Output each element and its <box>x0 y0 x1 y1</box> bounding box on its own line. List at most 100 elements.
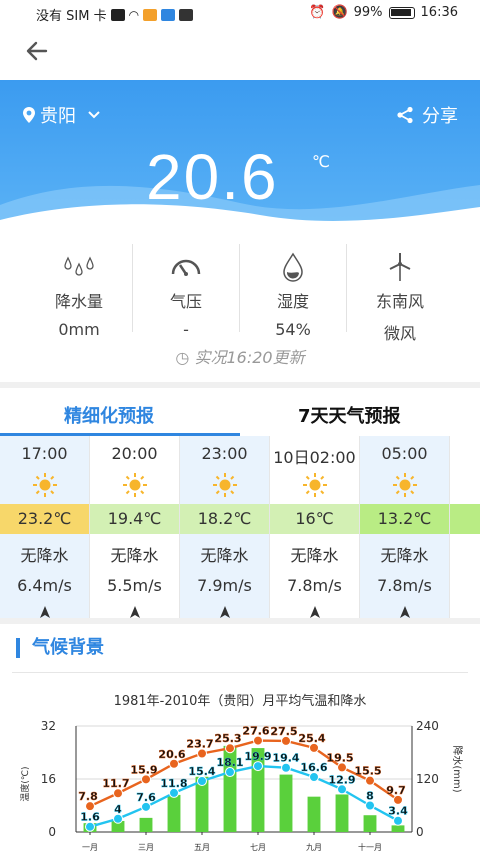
weather-stats: 降水量 0mm 气压 - 湿度 54% 东南风 微风 ◷ 实况16:20更新 <box>0 240 480 382</box>
sunny-icon <box>180 472 269 498</box>
battery-icon <box>388 6 415 19</box>
clock-icon: ◷ <box>175 348 190 367</box>
temperature-unit: ℃ <box>312 152 330 171</box>
hourly-forecast-list[interactable]: 17:00 23.2℃ 无降水 6.4m/s 20:00 19.4℃ 无降水 5.5m/s 23… <box>0 436 480 618</box>
current-temperature: 20.6 <box>146 141 279 213</box>
hour-precipitation: 无 <box>450 542 480 566</box>
tab-7day-forecast[interactable]: 7天天气预报 <box>298 402 401 428</box>
hour-time: 17:00 <box>21 444 68 463</box>
hourly-item: 10日02:00 16℃ 无降水 7.8m/s <box>270 436 360 618</box>
min-temp-label: 12.9 <box>328 773 355 786</box>
observation-text: 实况16:20更新 <box>194 348 305 367</box>
forecast-tabs: 精细化预报 7天天气预报 <box>0 388 480 436</box>
stat-label: 气压 <box>169 292 202 311</box>
max-temp-label: 23.7 <box>186 737 213 750</box>
hour-temperature: 13.2℃ <box>360 504 449 534</box>
alert-icon <box>110 8 125 21</box>
divider <box>12 672 468 673</box>
wind-turbine-icon <box>389 253 411 281</box>
x-tick-label: 九月 <box>306 843 322 852</box>
hour-wind-speed: 7.8m/s <box>287 576 342 595</box>
y-tick-label-left: 32 <box>41 719 56 733</box>
climate-section: 气候背景 1981年-2010年（贵阳）月平均气温和降水 0 16 32 0 120 24… <box>0 624 480 853</box>
hour-temperature: 18.2℃ <box>180 504 269 534</box>
x-tick-label: 五月 <box>194 843 210 852</box>
sunny-icon <box>270 472 359 498</box>
hour-time: 08 <box>450 444 480 464</box>
hour-time: 23:00 <box>201 444 248 463</box>
chevron-down-icon <box>88 111 100 119</box>
city-selector[interactable]: 贵阳 <box>22 102 102 128</box>
hour-temperature: 23.2℃ <box>0 504 89 534</box>
share-button[interactable]: 分享 <box>396 102 458 128</box>
stat-wind: 东南风 微风 <box>347 250 453 344</box>
sunny-icon <box>0 472 89 498</box>
hour-wind-speed: 5.5m/s <box>107 576 162 595</box>
location-pin-icon <box>23 107 35 123</box>
share-label: 分享 <box>422 106 458 127</box>
back-arrow-icon <box>26 41 48 61</box>
wind-direction-icon <box>450 605 480 618</box>
min-temp-label: 3.4 <box>388 805 408 818</box>
hour-precipitation: 无降水 <box>200 546 249 565</box>
weibo-icon <box>143 8 158 21</box>
stat-label: 降水量 <box>54 292 103 311</box>
y-tick-label-left: 0 <box>48 825 56 839</box>
hourly-item: 05:00 13.2℃ 无降水 7.8m/s <box>360 436 450 618</box>
hourly-item: 23:00 18.2℃ 无降水 7.9m/s <box>180 436 270 618</box>
back-button[interactable] <box>24 38 54 68</box>
max-temp-label: 9.7 <box>386 784 406 797</box>
min-temp-label: 19.9 <box>244 750 271 763</box>
hourly-item: 08 14 无 6 <box>450 436 480 618</box>
hour-time: 05:00 <box>381 444 428 463</box>
climate-chart: 0 16 32 0 120 240 温度(℃) 降水(mm) 7.8 11.715.920.623… <box>19 719 464 852</box>
stat-pressure: 气压 - <box>133 250 239 339</box>
precipitation-bar <box>279 774 293 832</box>
hour-time: 10日02:00 <box>273 448 356 467</box>
cloud-icon <box>161 8 176 21</box>
humidity-drop-icon <box>283 252 303 282</box>
stat-label: 东南风 <box>375 292 424 311</box>
tab-hourly-forecast[interactable]: 精细化预报 <box>64 402 154 428</box>
weather-hero: 贵阳 分享 20.6 ℃ <box>0 80 480 240</box>
send-icon <box>179 8 194 21</box>
hourly-item: 17:00 23.2℃ 无降水 6.4m/s <box>0 436 90 618</box>
raindrops-icon <box>64 256 94 276</box>
stat-value: 54% <box>275 320 311 339</box>
clock-text: 16:36 <box>420 5 458 20</box>
y-tick-label-right: 120 <box>416 772 439 786</box>
hour-precipitation: 无降水 <box>290 546 339 565</box>
section-title: 气候背景 <box>16 638 104 658</box>
precipitation-bar <box>139 817 153 832</box>
observation-time: ◷ 实况16:20更新 <box>0 344 480 368</box>
min-temp-label: 7.6 <box>136 791 156 804</box>
y-tick-label-right: 240 <box>416 719 439 733</box>
precipitation-bar <box>167 794 181 832</box>
hour-wind-speed: 7.9m/s <box>197 576 252 595</box>
hour-temperature: 14 <box>450 504 480 534</box>
wifi-icon: ◠ <box>128 7 140 22</box>
hour-precipitation: 无降水 <box>20 546 69 565</box>
x-tick-label: 七月 <box>250 843 266 852</box>
min-temp-label: 16.6 <box>300 761 327 774</box>
wind-direction-icon <box>0 605 89 618</box>
min-temp-label: 15.4 <box>188 765 215 778</box>
max-temp-label: 27.6 <box>242 725 269 738</box>
stat-precipitation: 降水量 0mm <box>26 250 132 339</box>
min-temp-label: 11.8 <box>160 777 187 790</box>
carrier-text: 没有 SIM 卡 <box>36 9 107 24</box>
min-temp-label: 4 <box>114 803 122 816</box>
stat-label: 湿度 <box>276 292 309 311</box>
battery-text: 99% <box>353 5 383 20</box>
y-axis-label-left: 温度(℃) <box>19 766 31 801</box>
stat-value: 0mm <box>58 320 100 339</box>
status-bar: 没有 SIM 卡 ◠ ⏰ 🔕 99% 16:36 <box>0 0 480 26</box>
max-temp-label: 15.5 <box>354 765 381 778</box>
precipitation-bar <box>307 796 321 832</box>
min-temp-label: 18.1 <box>216 756 243 769</box>
alarm-icon: ⏰ <box>309 5 326 20</box>
city-name: 贵阳 <box>40 106 76 127</box>
max-temp-label: 11.7 <box>102 777 129 790</box>
wind-direction-icon <box>270 605 359 618</box>
hour-precipitation: 无降水 <box>380 546 429 565</box>
